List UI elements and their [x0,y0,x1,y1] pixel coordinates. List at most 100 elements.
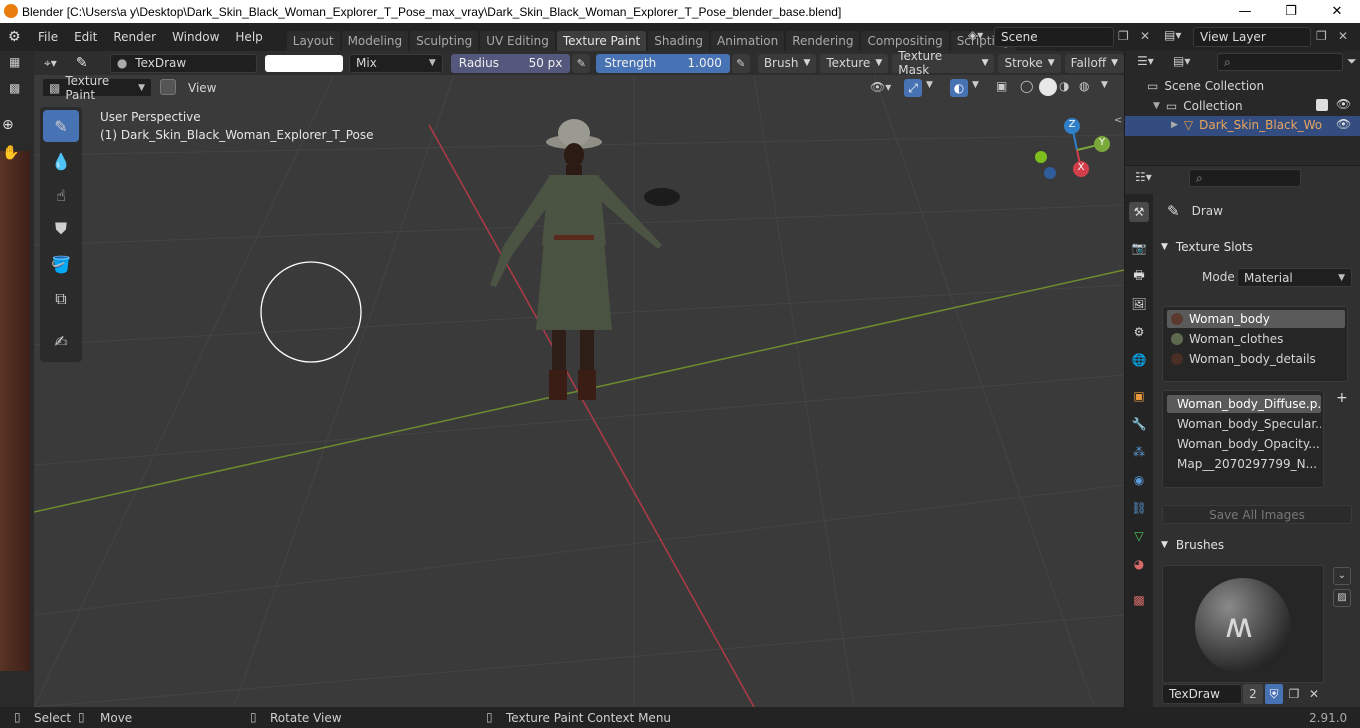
tab-view-layer-icon[interactable]: 🖼 [1129,294,1149,314]
editor-type-icon[interactable]: ▦ [9,55,20,69]
strength-pressure-icon[interactable]: ✎ [731,53,750,73]
annotate-tool-icon[interactable]: ✍ [43,325,79,357]
list-item[interactable]: Woman_body_Opacity.... [1167,435,1321,453]
zoom-icon[interactable]: ⊕ [2,117,14,133]
menu-window[interactable]: Window [164,23,227,51]
gizmo-neg-z-axis[interactable] [1044,167,1056,179]
outliner-editor-icon[interactable]: ☰▾ [1137,54,1154,68]
overlay-toggle-icon[interactable]: ◐ [950,79,968,97]
tab-material-icon[interactable]: ◕ [1129,554,1149,574]
smear-tool-icon[interactable]: ☝ [43,179,79,211]
tab-render-icon[interactable]: 📷 [1129,238,1149,258]
collection-checkbox[interactable] [1316,99,1328,111]
list-item[interactable]: Woman_body_Diffuse.p... [1167,395,1321,413]
duplicate-brush-icon[interactable]: ❐ [1285,684,1303,704]
menu-edit[interactable]: Edit [66,23,105,51]
blender-menu-icon[interactable]: ⚙ [8,29,30,45]
brush-menu[interactable]: Brush ▼ [757,53,817,73]
tab-sculpting[interactable]: Sculpting [410,31,479,51]
tab-scene-icon[interactable]: ⚙ [1129,322,1149,342]
list-item[interactable]: Woman_clothes [1167,330,1345,348]
delete-scene-icon[interactable]: ✕ [1140,29,1150,43]
display-mode-icon[interactable]: ▤▾ [1173,54,1190,68]
gizmo-toggle-icon[interactable]: ⤢ [904,79,922,97]
tab-physics-icon[interactable]: ◉ [1129,470,1149,490]
visibility-icon[interactable]: 👁▾ [870,80,891,94]
list-item[interactable]: Woman_body_details [1167,350,1345,368]
scene-icon[interactable]: ◈▾ [968,28,990,46]
rendered-shading-icon[interactable]: ◍ [1079,79,1089,93]
hand-pan-icon[interactable]: ✋ [2,145,19,161]
brush-color-swatch[interactable] [265,54,344,72]
draw-tool-icon[interactable]: ✎ [43,110,79,142]
collection-row[interactable]: ▼ ▭ Collection [1153,99,1243,113]
tab-texture-paint[interactable]: Texture Paint [556,31,647,51]
3d-viewport[interactable]: Z Y X User Perspective (1) Dark_Skin_Bla… [34,75,1124,707]
expand-arrow-icon[interactable]: ▶ [1171,120,1178,130]
stroke-menu[interactable]: Stroke ▼ [998,53,1061,73]
tab-modeling[interactable]: Modeling [341,31,409,51]
editor-type-3d-icon[interactable]: ⌖▾ [44,56,70,71]
fill-tool-icon[interactable]: 🪣 [43,248,79,280]
tab-shading[interactable]: Shading [648,31,709,51]
tab-rendering[interactable]: Rendering [786,31,860,51]
sidebar-toggle-icon[interactable]: < [1114,115,1122,126]
outliner-search-input[interactable]: ⌕ [1217,53,1343,71]
tab-uv-editing[interactable]: UV Editing [480,31,555,51]
scene-collection-row[interactable]: ▭ Scene Collection [1147,79,1264,93]
shading-options-icon[interactable]: ▼ [1101,80,1108,90]
wireframe-shading-icon[interactable]: ◯ [1020,79,1033,93]
tab-constraints-icon[interactable]: ⛓ [1129,498,1149,518]
unlink-brush-icon[interactable]: ✕ [1305,684,1323,704]
checker-icon[interactable]: ▩ [9,81,20,95]
texture-menu[interactable]: Texture ▼ [820,53,889,73]
mask-tool-icon[interactable]: ⧉ [43,283,79,315]
scene-name-field[interactable]: Scene [994,27,1114,47]
tab-data-icon[interactable]: ▽ [1129,526,1149,546]
texture-slots-panel-header[interactable]: ▼ Texture Slots [1161,240,1253,254]
soften-tool-icon[interactable]: 💧 [43,145,79,177]
fake-user-shield-icon[interactable]: ⛨ [1265,684,1283,704]
save-all-images-button[interactable]: Save All Images [1162,505,1352,524]
material-shading-icon[interactable]: ◑ [1059,79,1069,93]
collection-visibility-icon[interactable]: 👁 [1336,97,1351,111]
view-layer-field[interactable]: View Layer [1193,27,1311,47]
tab-texture-icon[interactable]: ▩ [1129,590,1149,610]
list-item[interactable]: Map__2070297799_N... [1167,455,1321,473]
tab-animation[interactable]: Animation [711,31,785,51]
object-visibility-icon[interactable]: 👁 [1336,117,1351,131]
tab-object-icon[interactable]: ▣ [1129,386,1149,406]
falloff-menu[interactable]: Falloff ▼ [1064,53,1125,73]
brush-users-count[interactable]: 2 [1243,684,1263,704]
delete-view-layer-icon[interactable]: ✕ [1338,29,1348,43]
close-window-button[interactable]: ✕ [1314,0,1360,23]
menu-file[interactable]: File [30,23,66,51]
tab-compositing[interactable]: Compositing [861,31,949,51]
radius-slider[interactable]: Radius 50 px [450,53,571,73]
image-list[interactable]: Woman_body_Diffuse.p... Woman_body_Specu… [1162,390,1324,488]
clone-tool-icon[interactable]: ⛊ [43,213,79,245]
tab-layout[interactable]: Layout [286,31,340,51]
tab-output-icon[interactable]: 🖶 [1129,266,1149,286]
brushes-panel-header[interactable]: ▼ Brushes [1161,538,1224,552]
tab-modifier-icon[interactable]: 🔧 [1129,414,1149,434]
texture-mask-menu[interactable]: Texture Mask ▼ [892,49,995,77]
filter-icon[interactable]: ⏷ [1347,54,1357,69]
brush-list-toggle[interactable]: ⌄ [1333,567,1351,585]
material-list[interactable]: Woman_body Woman_clothes Woman_body_deta… [1162,306,1348,382]
strength-slider[interactable]: Strength 1.000 [596,53,730,73]
radius-pressure-icon[interactable]: ✎ [572,53,591,73]
gizmo-options-icon[interactable]: ▼ [926,80,933,90]
tab-particles-icon[interactable]: ⁂ [1129,442,1149,462]
blend-mode-dropdown[interactable]: Mix ▼ [349,53,443,73]
tab-tool-icon[interactable]: ⚒ [1129,202,1149,222]
add-image-icon[interactable]: + [1336,390,1348,406]
object-row[interactable]: ▶ ▽ Dark_Skin_Black_Wo [1171,118,1322,132]
properties-search-input[interactable]: ⌕ [1189,169,1301,187]
menu-render[interactable]: Render [105,23,164,51]
view-layer-icon[interactable]: ▤▾ [1164,28,1181,42]
brush-tool-icon[interactable]: ✎ [76,55,102,71]
tab-world-icon[interactable]: 🌐 [1129,350,1149,370]
properties-editor-icon[interactable]: ☷▾ [1135,170,1152,184]
mode-dropdown[interactable]: ▩ Texture Paint ▼ [42,75,152,102]
